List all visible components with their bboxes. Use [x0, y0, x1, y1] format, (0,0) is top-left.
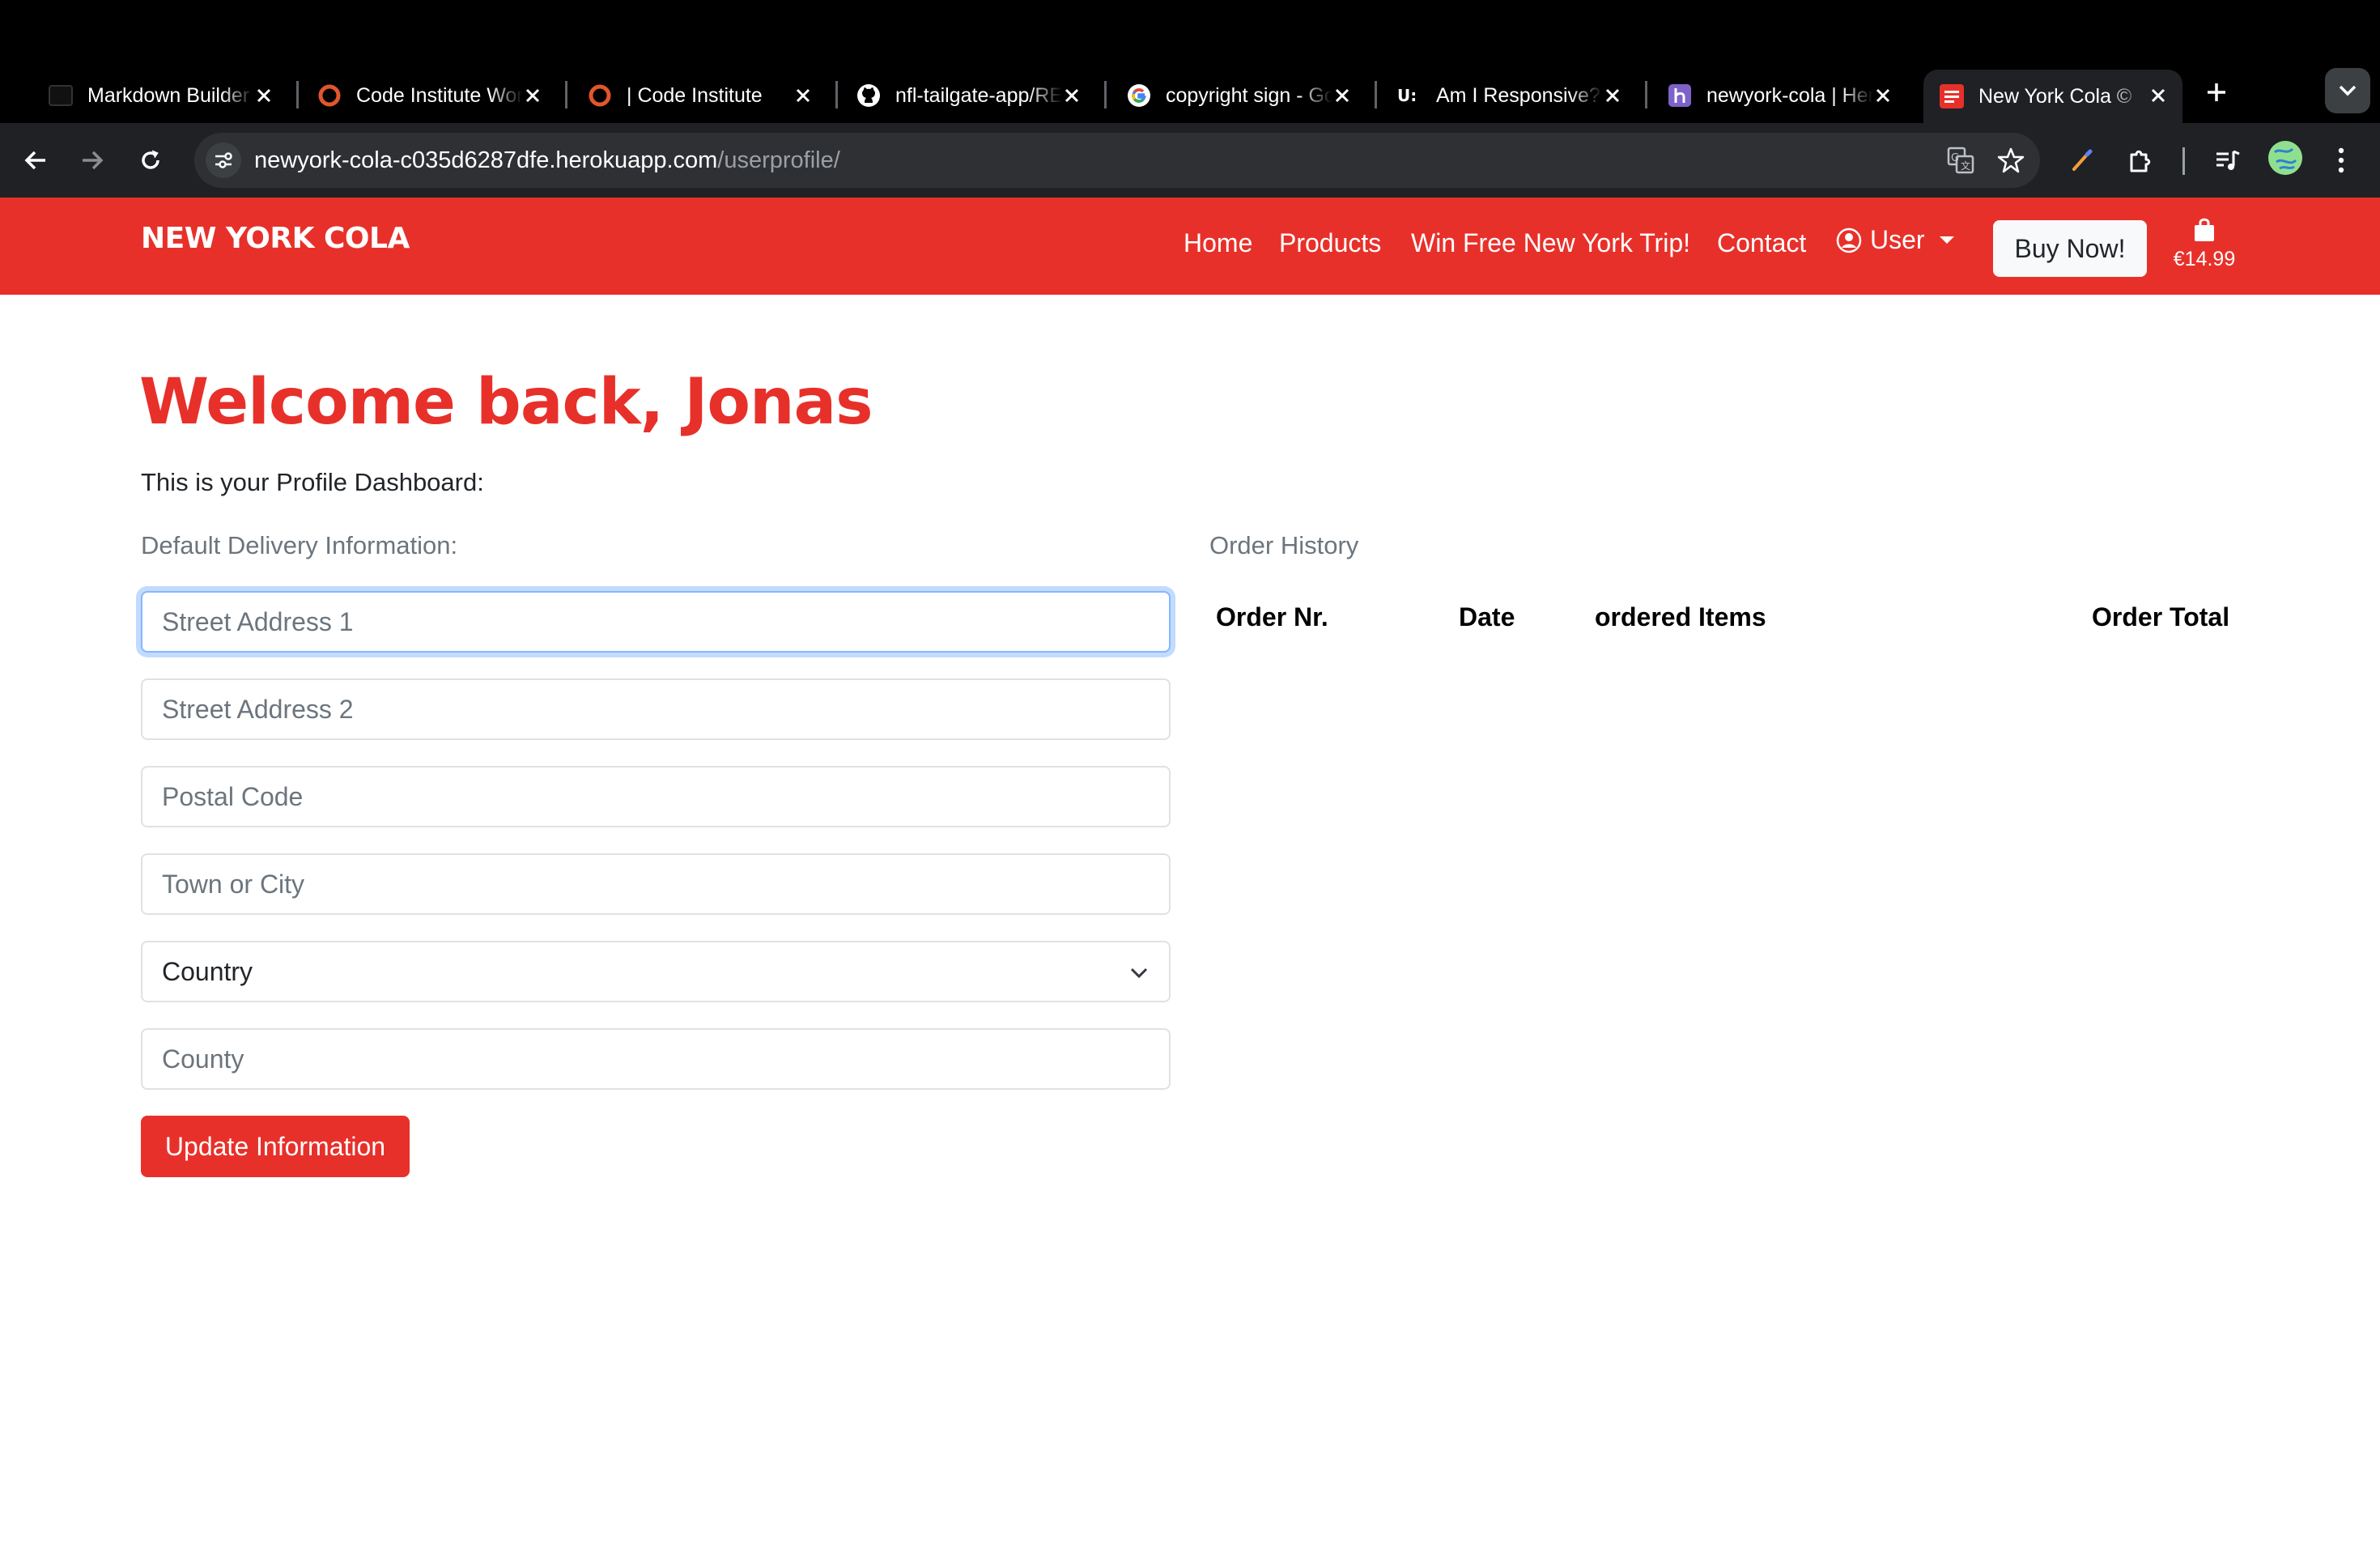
tab-separator — [1375, 81, 1377, 108]
new-tab-button[interactable] — [2199, 74, 2234, 110]
nav-link-trip[interactable]: Win Free New York Trip! — [1411, 228, 1690, 258]
browser-menu-icon[interactable] — [2320, 139, 2362, 181]
browser-tab[interactable]: U: Am I Responsive? — [1381, 70, 1637, 121]
tab-separator — [835, 81, 838, 108]
address-bar[interactable]: newyork-cola-c035d6287dfe.herokuapp.com/… — [194, 133, 2040, 188]
buy-now-button[interactable]: Buy Now! — [1993, 220, 2147, 277]
order-table-header: Date — [1459, 602, 1515, 632]
tab-separator — [565, 81, 567, 108]
close-tab-icon[interactable] — [1329, 83, 1355, 108]
cart-total: €14.99 — [2173, 248, 2236, 270]
browser-tab-strip: Markdown Builder Code Institute Workspac… — [0, 0, 2380, 123]
shopping-bag-icon — [2191, 217, 2217, 243]
amiresponsive-favicon-icon: U: — [1397, 83, 1422, 108]
street-address-1-input[interactable] — [141, 591, 1171, 653]
brand-logo[interactable]: NEW YORK COLA — [141, 222, 410, 255]
tab-separator — [1645, 81, 1647, 108]
heroku-favicon-icon — [1668, 83, 1692, 108]
browser-tab[interactable]: copyright sign - Google — [1111, 70, 1366, 121]
order-table-header: Order Total — [2092, 602, 2230, 632]
update-information-button[interactable]: Update Information — [141, 1116, 410, 1177]
close-tab-icon[interactable] — [520, 83, 546, 108]
code-institute-favicon-icon — [588, 83, 612, 108]
county-input[interactable] — [141, 1028, 1171, 1090]
markdown-favicon-icon — [49, 83, 73, 108]
tab-title: Code Institute Workspace — [356, 83, 523, 107]
code-institute-favicon-icon — [317, 83, 342, 108]
toolbar-separator — [2182, 147, 2185, 175]
page-title: Welcome back, Jonas — [139, 366, 873, 439]
town-city-input[interactable] — [141, 853, 1171, 915]
translate-icon[interactable]: G文 — [1943, 142, 1978, 178]
tab-title: copyright sign - Google — [1166, 83, 1332, 107]
url-text: newyork-cola-c035d6287dfe.herokuapp.com/… — [254, 133, 840, 188]
nav-link-contact[interactable]: Contact — [1717, 228, 1806, 258]
color-picker-extension-icon[interactable] — [2061, 139, 2103, 181]
dashboard-text: This is your Profile Dashboard: — [141, 468, 484, 496]
svg-text:G: G — [1951, 152, 1959, 164]
tab-title: Markdown Builder — [87, 83, 250, 107]
site-info-icon[interactable] — [206, 142, 241, 178]
country-select-value: Country — [162, 957, 253, 986]
street-address-2-input[interactable] — [141, 678, 1171, 740]
browser-toolbar: newyork-cola-c035d6287dfe.herokuapp.com/… — [0, 123, 2380, 198]
user-dropdown[interactable]: User — [1836, 225, 1954, 255]
user-dropdown-label: User — [1870, 225, 1925, 254]
close-tab-icon[interactable] — [790, 83, 816, 108]
close-tab-icon[interactable] — [1600, 83, 1626, 108]
tab-title: New York Cola © — [1978, 84, 2132, 108]
order-table-header: Order Nr. — [1216, 602, 1328, 632]
nav-link-products[interactable]: Products — [1279, 228, 1381, 258]
back-arrow-icon[interactable] — [16, 141, 55, 180]
order-history-heading: Order History — [1209, 531, 1359, 559]
svg-text:U:: U: — [1397, 86, 1417, 105]
shopping-bag-link[interactable]: €14.99 — [2170, 217, 2239, 271]
browser-tab[interactable]: nfl-tailgate-app/README — [840, 70, 1096, 121]
caret-down-icon — [1939, 236, 1954, 244]
tab-title: newyork-cola | Heroku — [1706, 83, 1873, 107]
postal-code-input[interactable] — [141, 766, 1171, 827]
media-controls-icon[interactable] — [2207, 139, 2249, 181]
tab-separator — [296, 81, 299, 108]
nav-link-home[interactable]: Home — [1184, 228, 1252, 258]
close-tab-icon[interactable] — [1059, 83, 1085, 108]
extensions-puzzle-icon[interactable] — [2119, 139, 2161, 181]
tab-title: Am I Responsive? — [1436, 83, 1600, 107]
browser-tab[interactable]: Markdown Builder — [32, 70, 288, 121]
url-host: newyork-cola-c035d6287dfe.herokuapp.com — [254, 147, 718, 173]
close-tab-icon[interactable] — [1870, 83, 1896, 108]
order-table-header: ordered Items — [1595, 602, 1766, 632]
newyork-cola-favicon-icon — [1940, 84, 1964, 108]
tab-search-button[interactable] — [2325, 68, 2370, 113]
chevron-down-icon — [1128, 962, 1150, 983]
close-tab-icon[interactable] — [2145, 83, 2171, 108]
delivery-info-heading: Default Delivery Information: — [141, 531, 458, 559]
bookmark-star-icon[interactable] — [1993, 142, 2029, 178]
site-navbar: NEW YORK COLA Home Products Win Free New… — [0, 198, 2380, 295]
tab-title: nfl-tailgate-app/README — [895, 83, 1062, 107]
url-path: /userprofile/ — [717, 147, 840, 173]
browser-tab[interactable]: newyork-cola | Heroku — [1651, 70, 1907, 121]
google-favicon-icon — [1127, 83, 1151, 108]
close-tab-icon[interactable] — [251, 83, 277, 108]
country-select[interactable]: Country — [141, 941, 1171, 1002]
tab-title: | Code Institute — [627, 83, 763, 107]
reload-icon[interactable] — [131, 141, 170, 180]
browser-tab[interactable]: | Code Institute — [572, 70, 827, 121]
user-circle-icon — [1836, 228, 1862, 253]
browser-tab-active[interactable]: New York Cola © — [1923, 70, 2182, 123]
profile-avatar[interactable] — [2268, 141, 2302, 175]
tab-separator — [1104, 81, 1107, 108]
forward-arrow-icon[interactable] — [73, 141, 112, 180]
github-favicon-icon — [856, 83, 881, 108]
svg-text:文: 文 — [1961, 159, 1970, 172]
browser-tab[interactable]: Code Institute Workspace — [301, 70, 557, 121]
